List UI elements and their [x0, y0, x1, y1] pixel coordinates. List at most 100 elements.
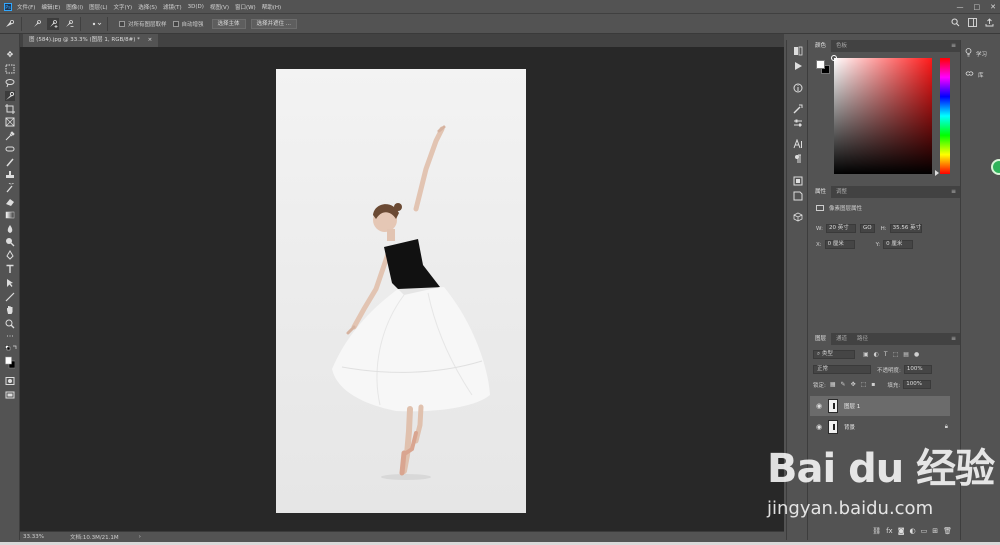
new-layer-icon[interactable]: ⊞ — [932, 527, 938, 535]
learn-item[interactable]: 学习 — [965, 48, 987, 59]
crop-tool-icon[interactable] — [5, 104, 15, 114]
lock-position-icon[interactable]: ✥ — [851, 381, 856, 388]
new-adjustment-layer-icon[interactable]: ◐ — [910, 527, 916, 535]
eraser-tool-icon[interactable] — [5, 197, 15, 207]
paragraph-panel-icon[interactable] — [793, 154, 803, 164]
more-tools-icon[interactable]: ··· — [5, 332, 15, 342]
actions-play-icon[interactable] — [793, 61, 803, 71]
menu-window[interactable]: 窗口(W) — [235, 3, 256, 11]
menu-type[interactable]: 文字(Y) — [114, 3, 133, 11]
layer-row-background[interactable]: ◉ 背景 🔒︎ — [810, 417, 950, 437]
assistant-badge-icon[interactable] — [991, 159, 1000, 175]
type-tool-icon[interactable] — [5, 264, 15, 274]
gradient-tool-icon[interactable] — [5, 210, 15, 220]
filter-toggle-icon[interactable]: ● — [914, 351, 919, 358]
tab-swatches[interactable]: 色板 — [831, 40, 852, 52]
layer-style-fx-icon[interactable]: fx — [886, 527, 893, 535]
tab-channels[interactable]: 通道 — [831, 333, 852, 345]
quick-mask-icon[interactable] — [5, 376, 15, 386]
menu-3d[interactable]: 3D(D) — [188, 4, 204, 10]
close-button[interactable]: ✕ — [990, 3, 996, 11]
line-tool-icon[interactable] — [5, 292, 15, 302]
link-dimensions-icon[interactable]: GO — [859, 224, 875, 233]
new-group-icon[interactable]: ▭ — [921, 527, 928, 535]
notes-panel-icon[interactable] — [793, 191, 803, 201]
pixel-filter-icon[interactable]: ▣ — [863, 351, 869, 358]
brush-size-picker-icon[interactable] — [90, 18, 102, 30]
height-field[interactable]: 35.56 英寸 — [889, 224, 922, 233]
fill-field[interactable]: 100% — [903, 380, 932, 389]
add-mask-icon[interactable]: ◙ — [898, 527, 905, 535]
character-panel-icon[interactable] — [793, 138, 803, 149]
tab-properties[interactable]: 属性 — [810, 186, 832, 198]
lock-transparent-icon[interactable]: ▦ — [830, 381, 836, 388]
foreground-background-swatches[interactable] — [5, 356, 16, 370]
select-subject-button[interactable]: 选择主体 — [211, 18, 246, 29]
zoom-level[interactable]: 33.33% — [23, 534, 44, 540]
select-and-mask-button[interactable]: 选择并遮住 ... — [250, 18, 298, 29]
delete-layer-icon[interactable]: 🗑︎ — [943, 527, 952, 535]
status-expand-arrow-icon[interactable]: › — [139, 534, 141, 540]
color-picker-cursor[interactable] — [831, 55, 837, 61]
canvas-area[interactable] — [20, 47, 784, 531]
adjustments-sliders-icon[interactable] — [793, 118, 803, 128]
menu-file[interactable]: 文件(F) — [17, 3, 35, 11]
tab-paths[interactable]: 路径 — [852, 333, 873, 345]
opacity-field[interactable]: 100% — [903, 365, 932, 374]
default-colors-icon[interactable] — [5, 345, 17, 355]
menu-image[interactable]: 图像(I) — [66, 3, 83, 11]
rectangular-marquee-tool-icon[interactable] — [5, 64, 15, 74]
path-selection-tool-icon[interactable] — [5, 278, 15, 288]
brush-settings-icon[interactable] — [793, 104, 803, 114]
zoom-tool-icon[interactable] — [5, 319, 15, 329]
subtract-from-selection-icon[interactable] — [63, 18, 75, 30]
3d-panel-icon[interactable] — [793, 212, 803, 222]
new-selection-icon[interactable] — [31, 18, 43, 30]
pen-tool-icon[interactable] — [5, 250, 15, 260]
info-panel-icon[interactable] — [793, 83, 803, 93]
visibility-eye-icon[interactable]: ◉ — [814, 402, 824, 410]
ballerina-photo[interactable] — [276, 69, 526, 513]
visibility-eye-icon[interactable]: ◉ — [814, 423, 824, 431]
history-panel-icon[interactable] — [793, 46, 803, 56]
adjustment-filter-icon[interactable]: ◐ — [874, 351, 879, 358]
libraries-item[interactable]: 库 — [965, 70, 984, 79]
lock-image-icon[interactable]: ✎ — [841, 381, 846, 388]
lock-artboard-icon[interactable]: ⬚ — [861, 381, 867, 388]
document-tab[interactable]: 图 (584).jpg @ 33.3% (图层 1, RGB/8#) * × — [23, 34, 159, 47]
layer-filter-dropdown[interactable]: ⌕ 类型 — [813, 350, 855, 359]
quick-selection-tool-icon[interactable] — [5, 91, 15, 101]
tab-adjustments[interactable]: 调整 — [831, 186, 852, 198]
menu-help[interactable]: 帮助(H) — [262, 3, 281, 11]
healing-brush-tool-icon[interactable] — [5, 144, 15, 154]
y-field[interactable]: 0 厘米 — [883, 240, 914, 249]
link-layers-icon[interactable]: ⛓︎ — [872, 527, 881, 535]
layer-row-layer-1[interactable]: ◉ 图层 1 — [810, 396, 950, 416]
libraries-panel-icon[interactable] — [793, 176, 803, 186]
width-field[interactable]: 20 英寸 — [825, 224, 856, 233]
hue-slider[interactable] — [940, 58, 950, 174]
foreground-color-swatch[interactable] — [816, 60, 825, 69]
menu-edit[interactable]: 编辑(E) — [41, 3, 60, 11]
menu-layer[interactable]: 图层(L) — [89, 3, 107, 11]
tab-color[interactable]: 颜色 — [810, 40, 832, 52]
screen-mode-icon[interactable] — [5, 390, 15, 400]
type-filter-icon[interactable]: T — [884, 351, 888, 358]
dodge-tool-icon[interactable] — [5, 237, 15, 247]
brush-tool-icon[interactable] — [5, 157, 15, 167]
tab-layers[interactable]: 图层 — [810, 333, 832, 345]
color-picker-field[interactable] — [831, 55, 932, 174]
menu-select[interactable]: 选择(S) — [138, 3, 157, 11]
history-brush-tool-icon[interactable] — [5, 177, 15, 193]
blur-tool-icon[interactable] — [5, 224, 15, 234]
menu-filter[interactable]: 滤镜(T) — [163, 3, 182, 11]
clone-stamp-tool-icon[interactable] — [5, 170, 15, 180]
move-tool-icon[interactable]: ✥ — [5, 50, 15, 60]
minimize-button[interactable]: — — [957, 3, 964, 11]
shape-filter-icon[interactable]: ⬚ — [893, 351, 899, 358]
x-field[interactable]: 0 厘米 — [824, 240, 855, 249]
maximize-button[interactable]: □ — [974, 3, 981, 11]
add-to-selection-icon[interactable] — [47, 17, 59, 30]
smart-object-filter-icon[interactable]: ▤ — [903, 351, 909, 358]
blend-mode-dropdown[interactable]: 正常 — [813, 365, 871, 374]
